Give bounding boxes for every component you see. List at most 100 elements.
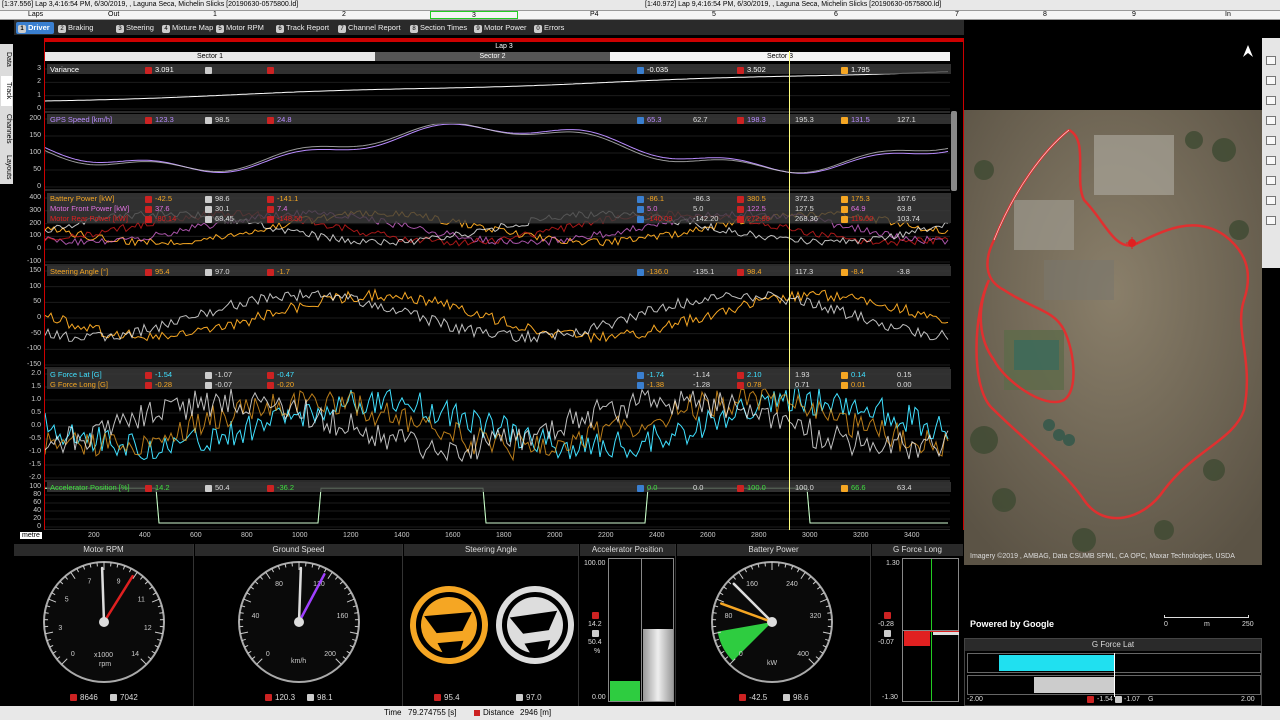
scale-unit: m — [1204, 621, 1210, 628]
side-tab-data[interactable]: Data — [1, 46, 12, 72]
right-agg: 66.6 — [841, 483, 866, 492]
g-lat-right: 2.00 — [1241, 696, 1255, 703]
tab-label: Motor Power — [484, 23, 527, 32]
flag-tool-icon[interactable] — [1266, 156, 1276, 165]
side-tab-layouts[interactable]: Layouts — [1, 152, 12, 182]
stat-marker-icon — [145, 195, 152, 203]
lap-marker-selected[interactable]: 3 — [430, 11, 518, 19]
stat-marker-icon — [145, 215, 152, 223]
stat-marker-icon — [637, 66, 644, 74]
stat-marker-icon — [841, 268, 848, 276]
map-header-area — [964, 38, 1262, 110]
stat-value: 175.3 — [851, 194, 870, 203]
tab-track-report[interactable]: 6 Track Report — [274, 22, 334, 34]
export-tool-icon[interactable] — [1266, 216, 1276, 225]
svg-text:80: 80 — [725, 613, 733, 620]
stat-value: 24.8 — [277, 115, 292, 124]
accel-fill-1 — [610, 680, 640, 701]
right-min: -1.38 — [637, 380, 664, 389]
map-info-area: Imagery ©2019 , AMBAG, Data CSUMB SFML, … — [964, 553, 1262, 706]
stat-value: 3.091 — [155, 65, 174, 74]
tab-label: Mixture Map — [172, 23, 214, 32]
left-lap-title: [1:37.556] Lap 3,4:16:54 PM, 6/30/2019, … — [2, 1, 299, 8]
motor-rpm-gauge: Motor RPM 0 3 5 7 9 11 12 14 x1000 rpm 8646 704… — [14, 544, 194, 706]
g-long-title: G Force Long — [872, 544, 963, 556]
lap-marker[interactable]: Out — [108, 11, 119, 18]
tab-mixture-map[interactable]: 4 Mixture Map — [160, 22, 214, 34]
stat-marker-icon — [205, 66, 212, 74]
stat-marker-icon — [841, 195, 848, 203]
tab-channel-report[interactable]: 7 Channel Report — [336, 22, 406, 34]
g-lat-bar-2 — [1034, 677, 1114, 693]
delete-tool-icon[interactable] — [1266, 176, 1276, 185]
track-map[interactable] — [964, 110, 1262, 565]
right-mid: 62.7 — [693, 115, 708, 124]
svg-text:5: 5 — [65, 597, 69, 604]
color-tool-icon[interactable] — [1266, 196, 1276, 205]
cursor-line[interactable] — [789, 51, 790, 541]
marker-tool-icon[interactable] — [1266, 116, 1276, 125]
svg-text:0: 0 — [266, 651, 270, 658]
right-last: 127.1 — [897, 115, 916, 124]
stat-value: -142.20 — [693, 214, 719, 223]
stat-marker-icon — [267, 116, 274, 124]
stat-value: 65.3 — [647, 115, 662, 124]
lap-marker[interactable]: 5 — [712, 11, 716, 18]
stat-value: 30.1 — [215, 204, 230, 213]
y-tick: 100 — [29, 282, 41, 290]
steering-wheel-2-icon — [496, 586, 574, 664]
stat-value: 127.5 — [795, 204, 814, 213]
lap-marker[interactable]: 9 — [1132, 11, 1136, 18]
tab-section-times[interactable]: 8 Section Times — [408, 22, 470, 34]
tab-braking[interactable]: 2 Braking — [56, 22, 112, 34]
side-tab-channels[interactable]: Channels — [1, 110, 12, 148]
lap-marker[interactable]: 2 — [342, 11, 346, 18]
x-tick: 2800 — [751, 532, 767, 539]
g-lat-v2: -1.07 — [1124, 696, 1140, 703]
channel-name: Steering Angle [°] — [50, 267, 108, 276]
accel-title: Accelerator Position — [580, 544, 675, 556]
tab-label: Motor RPM — [226, 23, 264, 32]
lap-marker[interactable]: 7 — [955, 11, 959, 18]
stat-value: 122.5 — [747, 204, 766, 213]
lap-marker[interactable]: 1 — [213, 11, 217, 18]
plot-scrollbar[interactable] — [951, 111, 957, 191]
channel-header — [47, 64, 951, 74]
left-max: -1.7 — [267, 267, 290, 276]
rpm-unit: x1000 — [94, 652, 114, 659]
zoom-tool-icon[interactable] — [1266, 56, 1276, 65]
lap-marker[interactable]: 6 — [834, 11, 838, 18]
lap-marker[interactable]: P4 — [590, 11, 599, 18]
tab-motor-power[interactable]: 9 Motor Power — [472, 22, 530, 34]
lap-ruler[interactable]: Laps Out 1 2 3 P4 5 6 7 8 9 In — [0, 11, 1280, 20]
y-tick: -50 — [30, 329, 41, 337]
tab-label: Errors — [544, 23, 565, 32]
stat-value: 66.6 — [851, 483, 866, 492]
stat-marker-icon — [145, 116, 152, 124]
right-max: 0.78 — [737, 380, 762, 389]
side-tab-track[interactable]: Track — [1, 76, 12, 106]
stat-value: -148.50 — [277, 214, 303, 223]
g-lat-bar-1 — [999, 655, 1114, 671]
layer-tool-icon[interactable] — [1266, 96, 1276, 105]
left-avg: 68.45 — [205, 214, 234, 223]
right-agg: 1.795 — [841, 65, 870, 74]
tab-motor-rpm[interactable]: 5 Motor RPM — [214, 22, 272, 34]
stat-value: 127.1 — [897, 115, 916, 124]
lap-marker[interactable]: 8 — [1043, 11, 1047, 18]
battery-title: Battery Power — [677, 544, 870, 556]
time-distance-plot[interactable]: Lap 3 Sector 1 Sector 2 Sector 3 3 2 1 0 Var… — [27, 38, 964, 544]
g-lat-v1: -1.54 — [1097, 696, 1113, 703]
tab-errors[interactable]: 0 Errors — [532, 22, 576, 34]
stat-value: -1.38 — [647, 380, 665, 389]
settings-tool-icon[interactable] — [1266, 136, 1276, 145]
y-tick: 300 — [29, 206, 41, 214]
svg-text:400: 400 — [797, 651, 809, 658]
pan-tool-icon[interactable] — [1266, 76, 1276, 85]
lap-marker[interactable]: In — [1225, 11, 1231, 18]
stat-value: -1.07 — [215, 370, 233, 379]
stat-value: -36.2 — [277, 483, 295, 492]
stat-marker-icon — [205, 371, 212, 379]
tab-driver[interactable]: 1 Driver — [16, 22, 54, 34]
tab-steering[interactable]: 3 Steering — [114, 22, 158, 34]
